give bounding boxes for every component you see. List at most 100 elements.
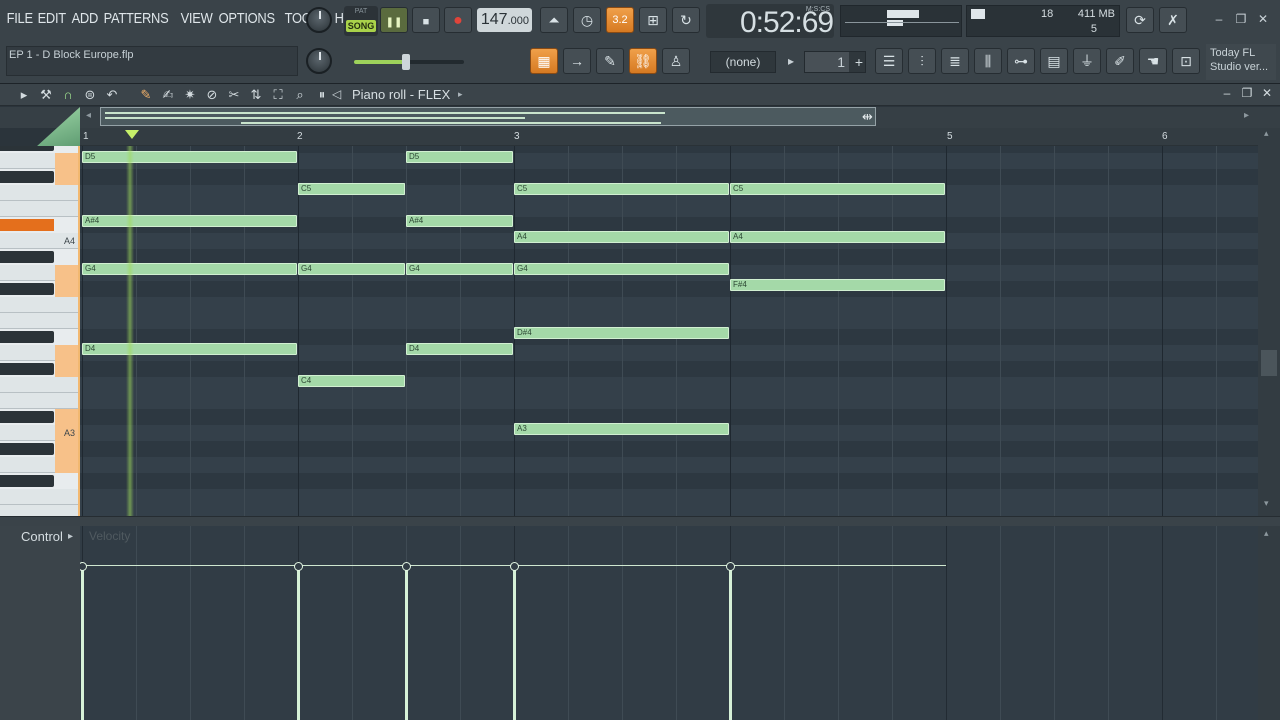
note[interactable]: F#4 xyxy=(730,279,945,291)
note[interactable]: C5 xyxy=(730,183,945,195)
metronome-button[interactable]: ⏶ xyxy=(540,7,568,33)
menu-view[interactable]: VIEW xyxy=(178,8,215,32)
black-key[interactable] xyxy=(0,475,54,487)
menu-add[interactable]: ADD xyxy=(69,8,101,32)
slice-icon[interactable]: ✂ xyxy=(224,85,244,105)
song-time-display[interactable]: 0:52:69 M:S:CS xyxy=(706,4,834,39)
speaker-icon[interactable]: ◁ xyxy=(332,87,341,101)
velocity-stem[interactable] xyxy=(294,562,303,720)
wrench-icon[interactable]: ⚒ xyxy=(36,85,56,105)
wait-input-button[interactable]: ◷ xyxy=(573,7,601,33)
velocity-stem[interactable] xyxy=(726,562,735,720)
note[interactable]: G4 xyxy=(82,263,297,275)
zoom-corner[interactable] xyxy=(36,107,80,147)
panic-button[interactable]: ✗ xyxy=(1159,7,1187,33)
pattern-number[interactable]: 1 xyxy=(805,52,849,72)
stop-button[interactable]: ■ xyxy=(412,7,440,33)
velocity-handle[interactable] xyxy=(294,562,303,571)
menu-file[interactable]: FILE xyxy=(4,8,35,32)
pencil-icon[interactable]: ✎ xyxy=(136,85,156,105)
velocity-stem[interactable] xyxy=(80,562,87,720)
velocity-stem[interactable] xyxy=(402,562,411,720)
mixer-button[interactable]: ≣ xyxy=(941,48,969,74)
note[interactable]: G4 xyxy=(298,263,405,275)
white-key[interactable] xyxy=(0,377,78,393)
scroll-left-icon[interactable]: ◂ xyxy=(86,110,91,121)
mic-button[interactable]: ✐ xyxy=(1106,48,1134,74)
note[interactable]: A3 xyxy=(514,423,729,435)
delete-tool-icon[interactable]: ✷ xyxy=(180,85,200,105)
black-key[interactable] xyxy=(0,251,54,263)
black-key[interactable] xyxy=(0,283,54,295)
menu-edit[interactable]: EDIT xyxy=(35,8,69,32)
black-key[interactable] xyxy=(0,146,54,151)
white-key[interactable] xyxy=(0,185,78,201)
brush-tool-button[interactable]: ✎ xyxy=(596,48,624,74)
browser-button[interactable]: ⊶ xyxy=(1007,48,1035,74)
link-button[interactable]: ⛓ xyxy=(629,48,657,74)
note-grid[interactable]: D5C5A#4G4D4C5G4C4D5A#4G4D4C5A4G4D#4A3C5A… xyxy=(80,146,1258,516)
note[interactable]: D5 xyxy=(406,151,513,163)
overview-scroll-window[interactable] xyxy=(100,107,876,126)
menu-options[interactable]: OPTIONS xyxy=(216,8,277,32)
velocity-stem[interactable] xyxy=(510,562,519,720)
white-key[interactable] xyxy=(0,489,78,505)
stamp-button[interactable]: ♙ xyxy=(662,48,690,74)
title-arrow-icon[interactable]: ▸ xyxy=(458,89,463,100)
channel-rack-button[interactable]: ⫶ xyxy=(908,48,936,74)
reset-button[interactable]: ⟳ xyxy=(1126,7,1154,33)
blend-notes-button[interactable]: ⊞ xyxy=(639,7,667,33)
note[interactable]: D4 xyxy=(82,343,297,355)
white-key[interactable] xyxy=(0,393,78,409)
white-key[interactable] xyxy=(0,313,78,329)
arrow-tool-button[interactable]: → xyxy=(563,48,591,74)
news-panel[interactable]: Today FL Studio ver... xyxy=(1206,44,1276,80)
piano-keyboard[interactable]: A4 A3 xyxy=(0,146,80,516)
slider-thumb[interactable] xyxy=(402,54,410,70)
bar-ruler[interactable]: 1 2 3 5 6 xyxy=(80,128,1260,146)
menu-patterns[interactable]: PATTERNS xyxy=(101,8,171,32)
control-scrollbar[interactable]: ▴ xyxy=(1258,526,1280,720)
note[interactable]: G4 xyxy=(406,263,513,275)
pause-button[interactable]: ❚❚ xyxy=(380,7,408,33)
restore-button[interactable]: ❐ xyxy=(1232,10,1250,28)
note[interactable]: D#4 xyxy=(514,327,729,339)
scroll-down-icon[interactable]: ▾ xyxy=(1264,498,1269,509)
paint-brush-icon[interactable]: ✍ xyxy=(158,85,178,105)
project-info-button[interactable]: ▤ xyxy=(1040,48,1068,74)
playback-tool-icon[interactable]: ⏸ xyxy=(312,85,332,105)
pattern-song-toggle[interactable]: PAT SONG xyxy=(344,6,378,36)
main-pitch-slider[interactable] xyxy=(354,54,464,70)
download-button[interactable]: ☚ xyxy=(1139,48,1167,74)
channel-settings-button[interactable]: ⫼ xyxy=(974,48,1002,74)
black-key[interactable] xyxy=(0,363,54,375)
undo-icon[interactable]: ↶ xyxy=(102,85,122,105)
loop-record-button[interactable]: ↻ xyxy=(672,7,700,33)
black-key[interactable] xyxy=(0,171,54,183)
mute-tool-icon[interactable]: ⊘ xyxy=(202,85,222,105)
white-key[interactable] xyxy=(0,201,78,217)
note[interactable]: D5 xyxy=(82,151,297,163)
magnet-icon[interactable]: ∩ xyxy=(58,85,78,105)
velocity-handle[interactable] xyxy=(510,562,519,571)
note[interactable]: C5 xyxy=(514,183,729,195)
pattern-prev-icon[interactable]: ▸ xyxy=(788,54,794,68)
vertical-scrollbar[interactable]: ▴ ▾ xyxy=(1258,128,1280,518)
note[interactable]: C5 xyxy=(298,183,405,195)
pattern-add-button[interactable]: + xyxy=(855,52,863,72)
control-scroll-up-icon[interactable]: ▴ xyxy=(1264,528,1269,539)
velocity-handle[interactable] xyxy=(726,562,735,571)
options-arrow-icon[interactable]: ▸ xyxy=(14,85,34,105)
scroll-up-icon[interactable]: ▴ xyxy=(1264,128,1269,139)
event-editor-header[interactable]: Control ▸ xyxy=(0,526,80,720)
zoom-icon[interactable]: ⌕ xyxy=(290,85,310,105)
control-dropdown-icon[interactable]: ▸ xyxy=(68,531,73,542)
note[interactable]: C4 xyxy=(298,375,405,387)
velocity-handle[interactable] xyxy=(402,562,411,571)
scroll-right-icon[interactable]: ▸ xyxy=(1244,110,1249,121)
pane-splitter[interactable] xyxy=(0,516,1280,526)
plugin-button[interactable]: ⏚ xyxy=(1073,48,1101,74)
playback-icon[interactable]: ⊜ xyxy=(80,85,100,105)
minimize-button[interactable]: – xyxy=(1210,10,1228,28)
black-key[interactable] xyxy=(0,443,54,455)
